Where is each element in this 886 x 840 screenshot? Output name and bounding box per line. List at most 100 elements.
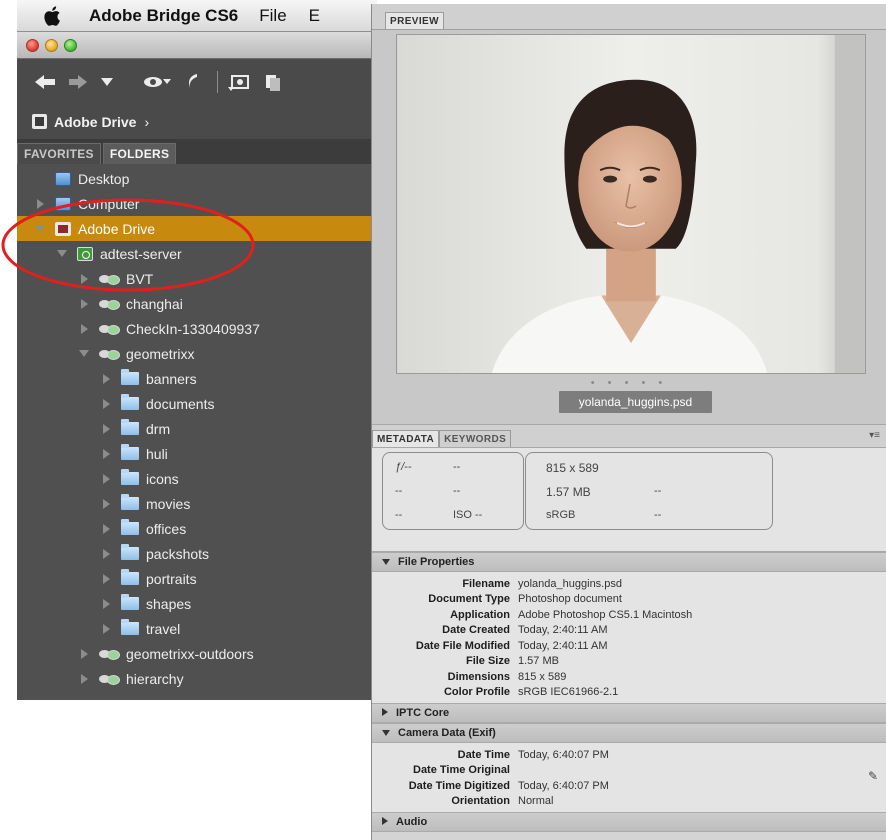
tree-item-label: documents <box>146 395 215 412</box>
disclosure-right-icon[interactable] <box>101 599 111 609</box>
tree-item-label: changhai <box>126 295 183 312</box>
section-file-properties[interactable]: File Properties <box>372 552 886 572</box>
tree-item[interactable]: CheckIn-1330409937 <box>17 316 377 341</box>
tree-item[interactable]: icons <box>17 466 377 491</box>
disclosure-right-icon[interactable] <box>79 324 89 334</box>
disclosure-right-icon[interactable] <box>101 449 111 459</box>
placard-value: -- <box>395 485 403 497</box>
disclosure-right-icon[interactable] <box>101 424 111 434</box>
menu-file[interactable]: File <box>259 6 286 26</box>
tree-item[interactable]: portraits <box>17 566 377 591</box>
tab-favorites[interactable]: FAVORITES <box>17 143 101 164</box>
property-value[interactable]: Today, 2:40:11 AM <box>518 640 607 652</box>
section-iptc-core[interactable]: IPTC Core <box>372 703 886 723</box>
tree-item[interactable]: packshots <box>17 541 377 566</box>
portrait-photo[interactable] <box>396 34 866 374</box>
disclosure-right-icon[interactable] <box>382 707 388 719</box>
tab-folders[interactable]: FOLDERS <box>102 143 177 164</box>
property-value[interactable]: Today, 2:40:11 AM <box>518 624 607 636</box>
tree-item[interactable]: movies <box>17 491 377 516</box>
shutter-value: -- <box>453 461 461 473</box>
property-value[interactable]: yolanda_huggins.psd <box>518 578 622 590</box>
boomerang-icon[interactable] <box>143 70 171 94</box>
tree-item[interactable]: shapes <box>17 591 377 616</box>
disclosure-down-icon[interactable] <box>35 224 45 234</box>
disclosure-right-icon[interactable] <box>101 574 111 584</box>
tab-preview[interactable]: PREVIEW <box>385 12 444 29</box>
refine-icon[interactable] <box>264 70 284 94</box>
forward-arrow-icon[interactable] <box>69 70 87 94</box>
tab-keywords[interactable]: KEYWORDS <box>439 430 512 447</box>
tree-item[interactable]: BVT <box>17 266 377 291</box>
back-arrow-icon[interactable] <box>35 70 55 94</box>
drive-icon <box>32 114 47 129</box>
color-mode-value: sRGB <box>546 509 576 521</box>
folder-icon <box>121 369 139 385</box>
property-value[interactable]: Today, 6:40:07 PM <box>518 749 609 761</box>
path-chevron-icon[interactable]: › <box>144 114 149 130</box>
property-value[interactable]: 1.57 MB <box>518 655 559 667</box>
disclosure-right-icon[interactable] <box>101 624 111 634</box>
tree-item[interactable]: Desktop <box>17 166 377 191</box>
disclosure-right-icon[interactable] <box>101 399 111 409</box>
tab-metadata[interactable]: METADATA <box>372 430 440 447</box>
tree-item[interactable]: Computer <box>17 191 377 216</box>
tree-item[interactable]: drm <box>17 416 377 441</box>
property-value[interactable]: sRGB IEC61966-2.1 <box>518 686 618 698</box>
tree-item-label: geometrixx <box>126 345 195 362</box>
tree-item[interactable]: hierarchy <box>17 666 377 691</box>
property-value[interactable]: Normal <box>518 795 553 807</box>
disclosure-down-icon[interactable] <box>79 349 89 359</box>
disclosure-right-icon[interactable] <box>101 524 111 534</box>
menu-edit[interactable]: E <box>309 6 320 26</box>
folder-icon <box>121 594 139 610</box>
share-icon <box>99 674 120 685</box>
panel-menu-icon[interactable]: ▾≡ <box>869 430 880 441</box>
tree-item[interactable]: huli <box>17 441 377 466</box>
disclosure-right-icon[interactable] <box>101 499 111 509</box>
tree-item[interactable]: offices <box>17 516 377 541</box>
tree-item-label: icons <box>146 470 179 487</box>
property-row: Document Type Photoshop document <box>372 592 886 608</box>
close-window-button[interactable] <box>26 38 39 52</box>
tree-item[interactable]: Adobe Drive <box>17 216 377 241</box>
history-dropdown-icon[interactable] <box>101 70 113 94</box>
tree-item[interactable]: banners <box>17 366 377 391</box>
disclosure-right-icon[interactable] <box>101 549 111 559</box>
metadata-tabs: METADATA KEYWORDS ▾≡ <box>372 424 886 448</box>
pencil-edit-icon[interactable]: ✎ <box>868 769 878 783</box>
disclosure-down-icon[interactable] <box>382 727 390 739</box>
tree-item[interactable]: adtest-server <box>17 241 377 266</box>
disclosure-right-icon[interactable] <box>79 274 89 284</box>
property-value[interactable]: Today, 6:40:07 PM <box>518 780 609 792</box>
property-value[interactable]: Adobe Photoshop CS5.1 Macintosh <box>518 609 692 621</box>
disclosure-right-icon[interactable] <box>101 474 111 484</box>
disclosure-right-icon[interactable] <box>35 199 45 209</box>
disclosure-right-icon[interactable] <box>101 374 111 384</box>
get-photos-icon[interactable] <box>228 70 250 94</box>
disclosure-right-icon[interactable] <box>79 649 89 659</box>
path-item-adobe-drive[interactable]: Adobe Drive <box>54 114 136 130</box>
tree-item[interactable]: documents <box>17 391 377 416</box>
disclosure-down-icon[interactable] <box>382 556 390 568</box>
disclosure-down-icon[interactable] <box>57 249 67 259</box>
property-row: Date Created Today, 2:40:11 AM <box>372 623 886 639</box>
property-value[interactable]: Photoshop document <box>518 593 622 605</box>
tree-item[interactable]: travel <box>17 616 377 641</box>
rotate-icon[interactable] <box>185 70 199 94</box>
tree-item[interactable]: geometrixx <box>17 341 377 366</box>
section-camera-data[interactable]: Camera Data (Exif) <box>372 723 886 743</box>
property-value[interactable]: 815 x 589 <box>518 671 566 683</box>
menu-app-name[interactable]: Adobe Bridge CS6 <box>89 6 238 26</box>
folder-icon <box>121 569 139 585</box>
apple-icon[interactable] <box>41 4 65 28</box>
section-audio[interactable]: Audio <box>372 812 886 832</box>
tree-item[interactable]: geometrixx-outdoors <box>17 641 377 666</box>
disclosure-right-icon[interactable] <box>79 674 89 684</box>
minimize-window-button[interactable] <box>45 38 58 52</box>
disclosure-right-icon[interactable] <box>382 816 388 828</box>
disclosure-right-icon[interactable] <box>79 299 89 309</box>
tree-item[interactable]: changhai <box>17 291 377 316</box>
folder-icon <box>121 469 139 485</box>
zoom-window-button[interactable] <box>64 38 77 52</box>
